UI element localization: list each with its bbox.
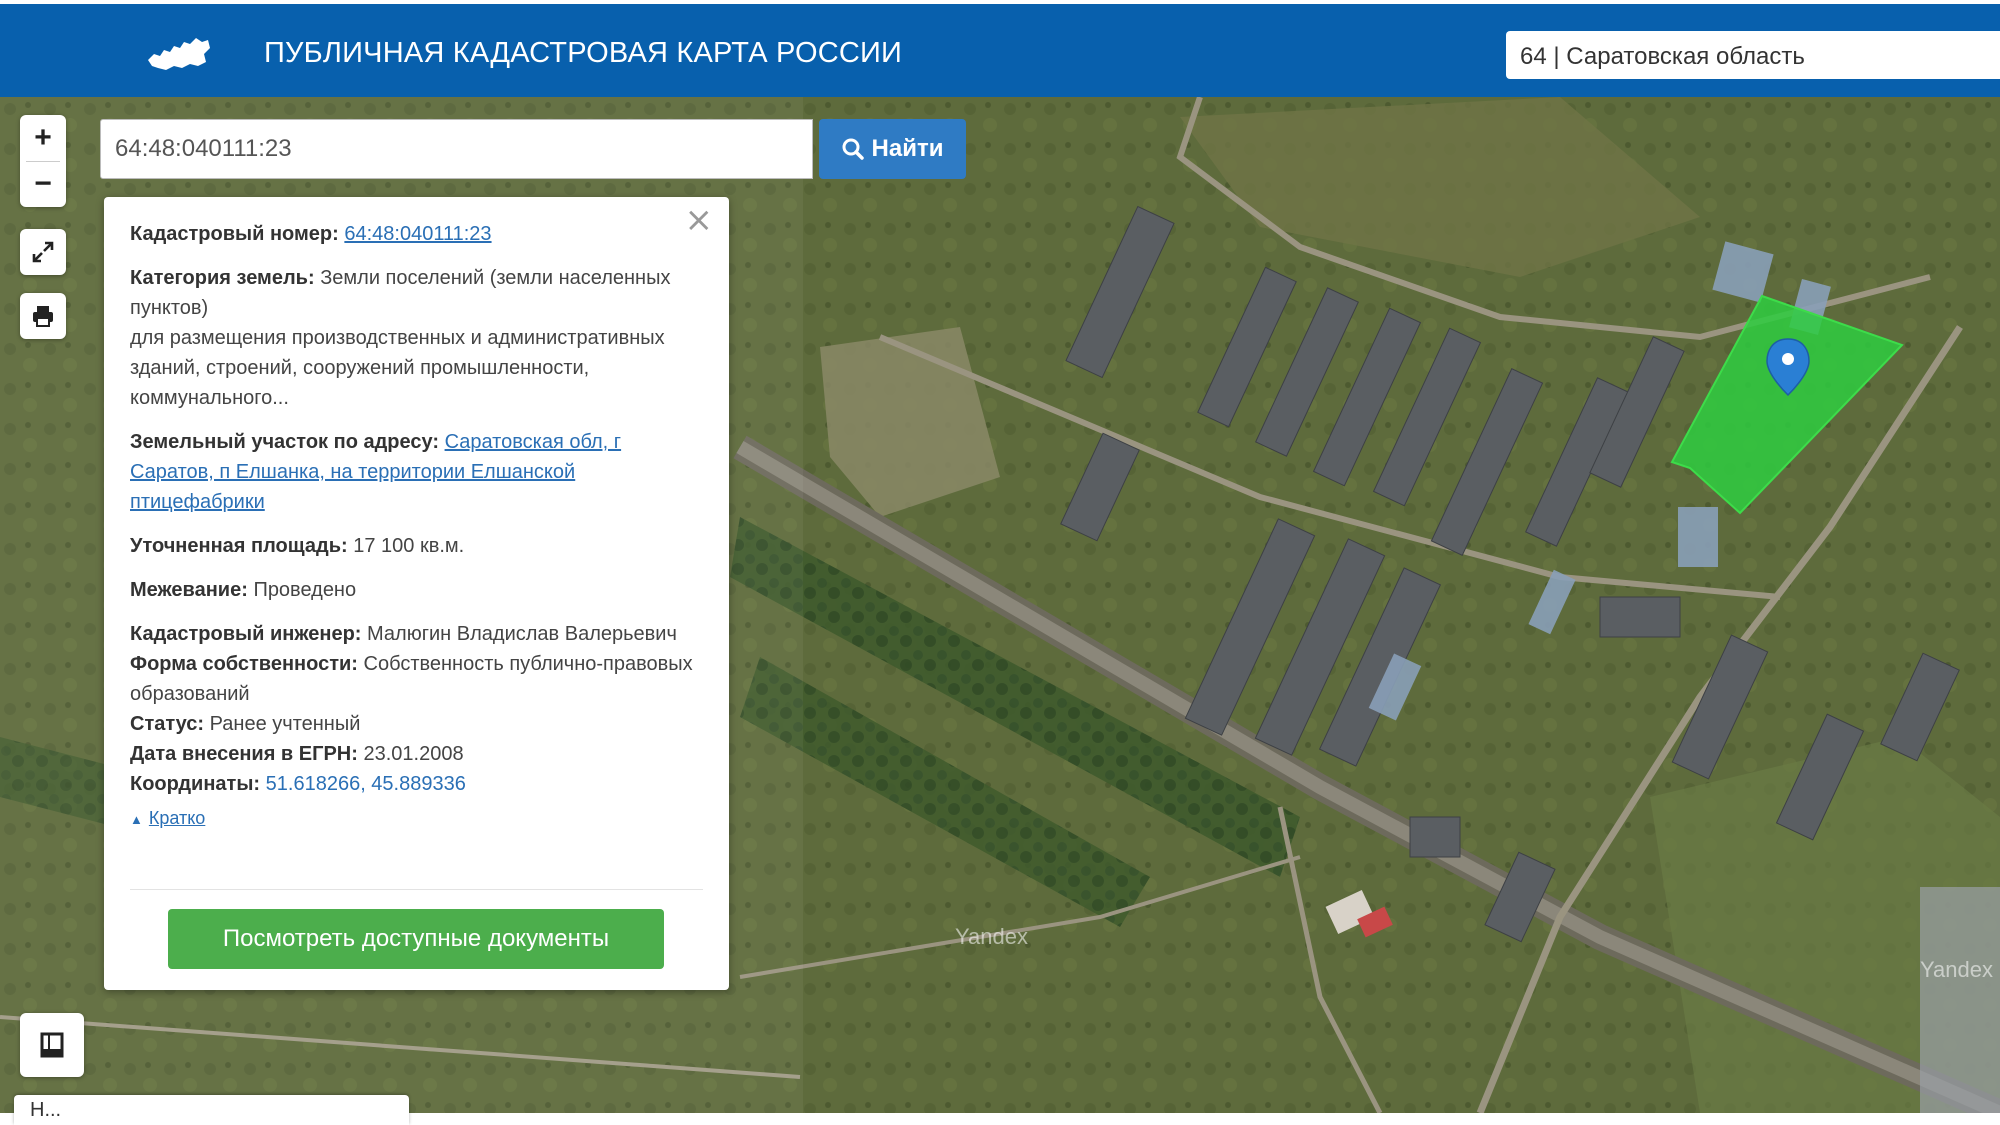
engineer-value: Малюгин Владислав Валерьевич	[367, 623, 677, 645]
yandex-watermark: Yandex	[955, 924, 1028, 949]
layers-button[interactable]	[20, 1013, 84, 1077]
land-category-label: Категория земель:	[130, 267, 315, 289]
russia-map-icon[interactable]	[146, 32, 212, 74]
close-icon[interactable]: ×	[685, 203, 714, 237]
area-row: Уточненная площадь: 17 100 кв.м.	[130, 531, 703, 561]
layers-icon	[40, 1032, 64, 1058]
bottom-panel-tab[interactable]: Н...	[14, 1095, 409, 1125]
region-selector[interactable]: 64 | Саратовская область	[1506, 31, 2000, 79]
engineer-row: Кадастровый инженер: Малюгин Владислав В…	[130, 619, 703, 649]
parcel-info-panel: × Кадастровый номер: 64:48:040111:23 Кат…	[104, 197, 729, 990]
egrn-date-label: Дата внесения в ЕГРН:	[130, 743, 358, 765]
search-button[interactable]: Найти	[819, 119, 966, 179]
address-row: Земельный участок по адресу: Саратовская…	[130, 427, 703, 517]
expand-icon	[32, 241, 54, 263]
coordinates-value[interactable]: 51.618266, 45.889336	[266, 773, 466, 795]
coordinates-label: Координаты:	[130, 773, 261, 795]
print-button[interactable]	[20, 293, 66, 339]
zoom-in-button[interactable]: +	[20, 115, 66, 161]
status-row: Статус: Ранее учтенный	[130, 709, 703, 739]
area-label: Уточненная площадь:	[130, 535, 348, 557]
search-button-label: Найти	[871, 135, 944, 162]
egrn-date-row: Дата внесения в ЕГРН: 23.01.2008	[130, 739, 703, 769]
fullscreen-button[interactable]	[20, 229, 66, 275]
search-icon	[842, 138, 864, 160]
cadastral-search-input[interactable]	[100, 119, 813, 179]
cadastral-number-label: Кадастровый номер:	[130, 223, 339, 245]
area-value: 17 100 кв.м.	[353, 535, 465, 557]
status-label: Статус:	[130, 713, 205, 735]
permitted-use-value: для размещения производственных и админи…	[130, 327, 665, 409]
cadastral-number-row: Кадастровый номер: 64:48:040111:23	[130, 219, 703, 249]
ownership-row: Форма собственности: Собственность публи…	[130, 649, 703, 709]
egrn-date-value: 23.01.2008	[363, 743, 464, 765]
zoom-out-button[interactable]: −	[20, 161, 66, 207]
status-value: Ранее учтенный	[209, 713, 361, 735]
app-title: ПУБЛИЧНАЯ КАДАСТРОВАЯ КАРТА РОССИИ	[264, 37, 903, 69]
brief-toggle[interactable]: ▲ Кратко	[130, 803, 703, 835]
survey-value: Проведено	[253, 579, 357, 601]
yandex-watermark: Yandex	[1920, 957, 1993, 982]
view-documents-button[interactable]: Посмотреть доступные документы	[168, 909, 664, 969]
triangle-up-icon: ▲	[130, 812, 143, 827]
panel-divider	[130, 889, 703, 890]
brief-label: Кратко	[148, 808, 206, 828]
address-label: Земельный участок по адресу:	[130, 431, 440, 453]
land-category-row: Категория земель: Земли поселений (земли…	[130, 263, 703, 413]
survey-row: Межевание: Проведено	[130, 575, 703, 605]
engineer-label: Кадастровый инженер:	[130, 623, 362, 645]
coordinates-row: Координаты: 51.618266, 45.889336	[130, 769, 703, 799]
printer-icon	[33, 306, 53, 327]
zoom-controls: + −	[20, 115, 66, 207]
cadastral-number-link[interactable]: 64:48:040111:23	[344, 223, 491, 245]
survey-label: Межевание:	[130, 579, 248, 601]
ownership-label: Форма собственности:	[130, 653, 358, 675]
app-header: ПУБЛИЧНАЯ КАДАСТРОВАЯ КАРТА РОССИИ 64 | …	[0, 0, 2000, 97]
